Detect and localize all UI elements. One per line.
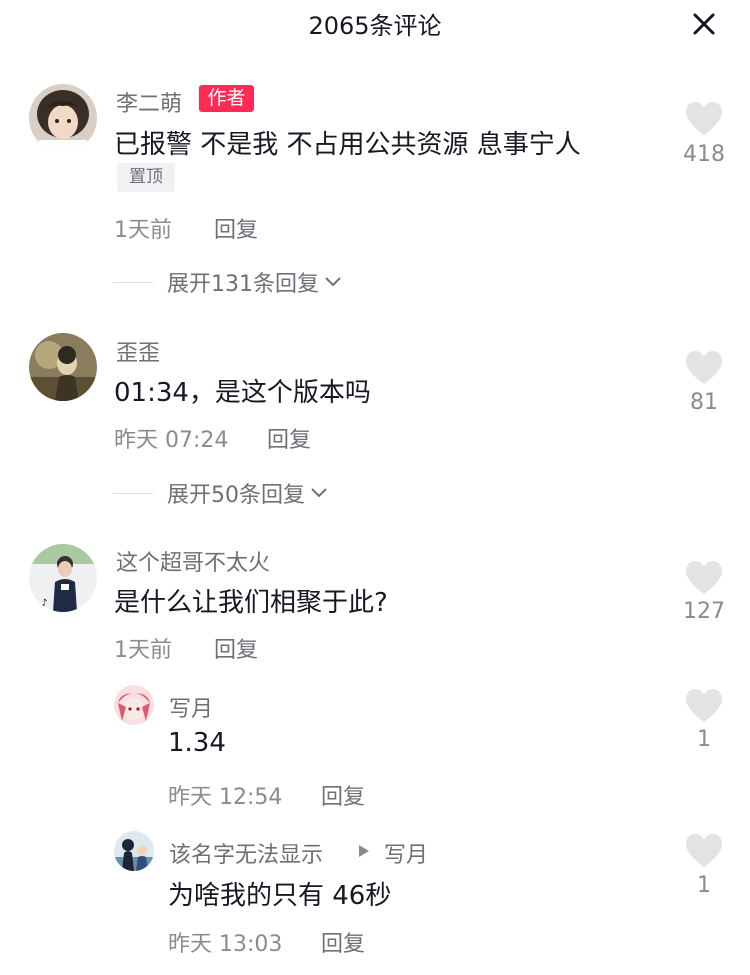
chevron-down-icon xyxy=(311,488,327,498)
like-count: 127 xyxy=(683,599,725,624)
comment-text: 已报警 不是我 不占用公共资源 息事宁人 xyxy=(114,130,581,160)
heart-icon[interactable] xyxy=(684,560,724,596)
divider-line xyxy=(113,281,153,283)
pinned-badge: 置顶 xyxy=(117,163,175,192)
like-count: 1 xyxy=(697,873,711,898)
avatar[interactable] xyxy=(29,84,97,152)
reply-time: 昨天 13:03 xyxy=(168,932,283,957)
avatar[interactable] xyxy=(29,333,97,401)
comment-count-title: 2065条评论 xyxy=(308,12,442,40)
reply-author[interactable]: 写月 xyxy=(169,691,213,723)
heart-icon[interactable] xyxy=(684,833,724,869)
expand-replies-label: 展开131条回复 xyxy=(167,272,319,297)
reply-time: 昨天 12:54 xyxy=(168,785,283,810)
expand-replies-button[interactable]: 展开131条回复 xyxy=(113,267,343,297)
avatar[interactable] xyxy=(114,831,154,871)
comment-author[interactable]: 李二萌 xyxy=(116,86,182,118)
like-count: 81 xyxy=(690,390,718,415)
like-count: 1 xyxy=(697,727,711,752)
reply-button[interactable]: 回复 xyxy=(214,632,258,664)
reply-button[interactable]: 回复 xyxy=(321,926,365,958)
avatar[interactable] xyxy=(114,685,154,725)
reply-button[interactable]: 回复 xyxy=(267,422,311,454)
reply-to-user[interactable]: 写月 xyxy=(384,837,428,869)
divider-line xyxy=(113,492,153,494)
play-arrow-icon xyxy=(359,845,369,857)
comment-text: 01:34，是这个版本吗 xyxy=(114,378,371,408)
avatar[interactable]: ♪ xyxy=(29,544,97,612)
expand-replies-button[interactable]: 展开50条回复 xyxy=(113,478,329,508)
expand-replies-label: 展开50条回复 xyxy=(167,483,305,508)
comment-author[interactable]: 歪歪 xyxy=(116,335,160,367)
reply-button[interactable]: 回复 xyxy=(321,779,365,811)
comment-time: 1天前 xyxy=(114,638,172,663)
svg-text:♪: ♪ xyxy=(41,598,47,609)
like-count: 418 xyxy=(683,142,725,167)
reply-text: 1.34 xyxy=(168,728,226,758)
heart-icon[interactable] xyxy=(684,350,724,386)
comment-text: 是什么让我们相聚于此? xyxy=(114,588,388,618)
heart-icon[interactable] xyxy=(684,101,724,137)
heart-icon[interactable] xyxy=(684,688,724,724)
close-icon[interactable] xyxy=(689,9,719,39)
chevron-down-icon xyxy=(325,277,341,287)
author-badge: 作者 xyxy=(199,85,254,112)
comment-time: 昨天 07:24 xyxy=(114,428,229,453)
reply-text: 为啥我的只有 46秒 xyxy=(168,881,392,911)
comment-time: 1天前 xyxy=(114,218,172,243)
comment-author[interactable]: 这个超哥不太火 xyxy=(116,545,270,577)
comments-header: 2065条评论 xyxy=(0,0,750,50)
reply-author[interactable]: 该名字无法显示 xyxy=(169,837,323,869)
reply-button[interactable]: 回复 xyxy=(214,212,258,244)
